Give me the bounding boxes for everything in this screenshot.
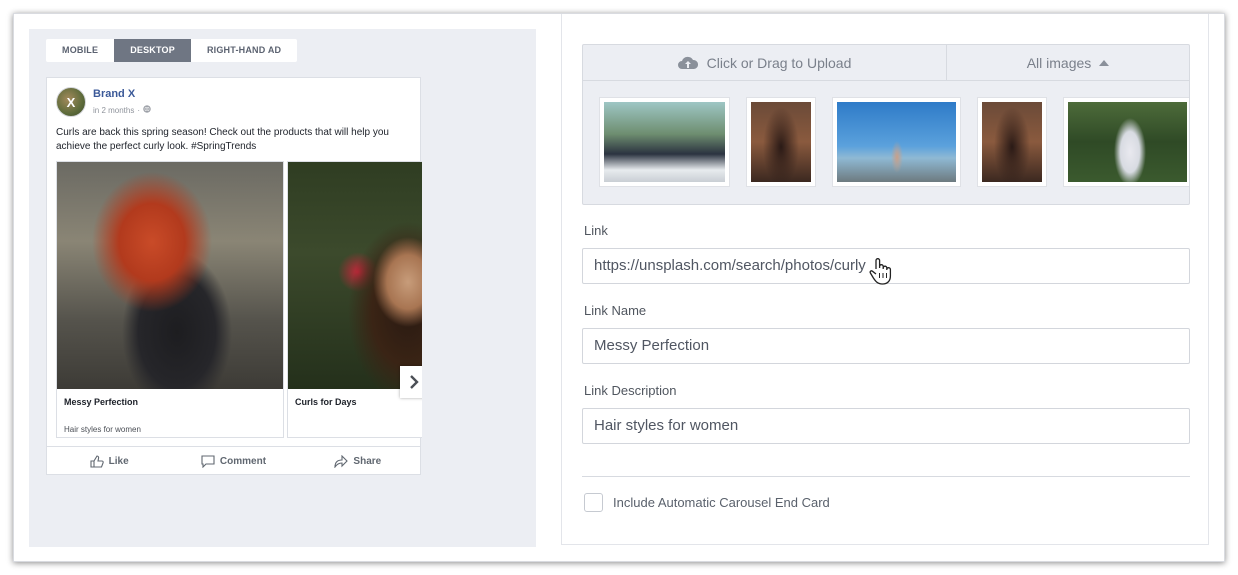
image-filter-dropdown[interactable]: All images (947, 45, 1189, 80)
link-description-label: Link Description (584, 383, 677, 398)
carousel-next-button[interactable] (400, 366, 422, 398)
gallery-thumbnail[interactable] (832, 97, 961, 187)
upload-label: Click or Drag to Upload (706, 54, 852, 71)
caret-up-icon (1099, 59, 1110, 66)
link-name-label: Link Name (584, 303, 647, 318)
carousel-image (57, 162, 283, 389)
share-button[interactable]: Share (296, 447, 420, 475)
tab-desktop[interactable]: DESKTOP (114, 39, 191, 62)
carousel-description: Hair styles for women (64, 425, 141, 434)
end-card-option[interactable]: Include Automatic Carousel End Card (584, 493, 830, 512)
app-frame: MOBILE DESKTOP RIGHT-HAND AD X Brand X i… (13, 13, 1225, 562)
carousel-title: Curls for Days (295, 397, 357, 407)
globe-icon (143, 105, 151, 115)
gallery-thumbnail[interactable] (977, 97, 1047, 187)
comment-button[interactable]: Comment (171, 447, 295, 475)
thumbnail-image (604, 102, 725, 182)
meta-separator: · (137, 105, 141, 115)
like-label: Like (108, 455, 129, 467)
post-text: Curls are back this spring season! Check… (56, 127, 389, 152)
preview-panel: MOBILE DESKTOP RIGHT-HAND AD X Brand X i… (29, 29, 536, 547)
avatar: X (56, 87, 86, 117)
image-gallery (599, 97, 1189, 189)
thumbnail-image (1068, 102, 1187, 182)
avatar-initial: X (66, 95, 76, 110)
tab-right-hand-ad[interactable]: RIGHT-HAND AD (191, 39, 297, 62)
thumbnail-image (982, 102, 1042, 182)
gallery-thumbnail[interactable] (599, 97, 730, 187)
end-card-checkbox[interactable] (584, 493, 603, 512)
image-uploader: Click or Drag to Upload All images (582, 44, 1190, 205)
carousel-card[interactable]: Messy Perfection Hair styles for women (56, 161, 284, 438)
like-button[interactable]: Like (47, 447, 171, 475)
tab-mobile[interactable]: MOBILE (46, 39, 114, 62)
link-name-input[interactable]: Messy Perfection (582, 328, 1190, 364)
cloud-upload-icon (677, 56, 698, 69)
carousel-image (288, 162, 422, 389)
share-label: Share (353, 455, 382, 467)
gallery-thumbnail[interactable] (1063, 97, 1189, 187)
post-meta: in 2 months · (93, 105, 151, 115)
link-label: Link (584, 223, 608, 238)
carousel-title: Messy Perfection (64, 397, 139, 407)
post-actions: Like Comment Share (47, 446, 420, 475)
share-icon (334, 454, 349, 468)
end-card-label: Include Automatic Carousel End Card (613, 495, 830, 510)
comment-icon (201, 454, 215, 468)
link-description-input[interactable]: Hair styles for women (582, 408, 1190, 444)
form-divider (582, 476, 1190, 477)
chevron-right-icon (410, 375, 419, 389)
thumbnail-image (837, 102, 956, 182)
thumbs-up-icon (90, 454, 104, 468)
preview-tabs: MOBILE DESKTOP RIGHT-HAND AD (46, 39, 298, 62)
facebook-post-preview: X Brand X in 2 months · Curls are back t… (46, 77, 422, 475)
hand-pointer-cursor-icon (869, 258, 892, 285)
post-timestamp: in 2 months (93, 105, 135, 115)
upload-dropzone[interactable]: Click or Drag to Upload (583, 45, 947, 80)
uploader-toolbar: Click or Drag to Upload All images (583, 45, 1189, 81)
brand-name[interactable]: Brand X (93, 88, 135, 100)
comment-label: Comment (219, 455, 267, 467)
filter-label: All images (1026, 54, 1092, 71)
gallery-thumbnail[interactable] (746, 97, 816, 187)
thumbnail-image (751, 102, 811, 182)
carousel: Messy Perfection Hair styles for women C… (56, 161, 422, 438)
